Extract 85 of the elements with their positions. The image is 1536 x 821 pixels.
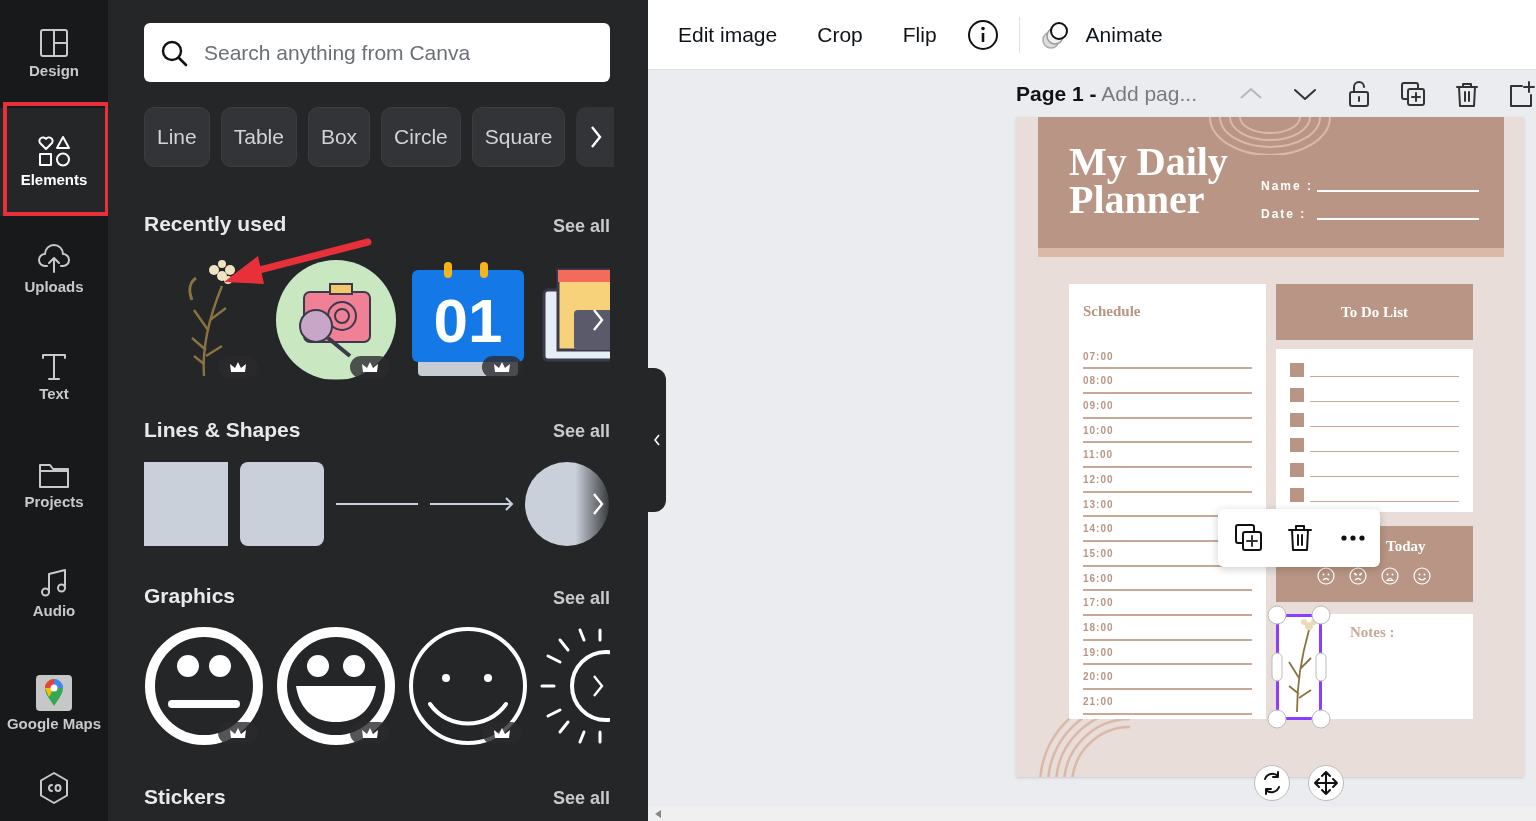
sidebar-item[interactable]: Uploads [0, 216, 108, 324]
time-slot: 18:00 [1083, 616, 1252, 641]
chevron-right-icon [592, 307, 604, 332]
filter-chip[interactable]: Table [220, 107, 297, 167]
layout-icon [39, 28, 69, 58]
move-button[interactable] [1308, 765, 1344, 801]
map-pin-icon [36, 675, 72, 711]
calendar-number: 01 [433, 285, 503, 355]
selected-flower-drawing[interactable] [1266, 604, 1332, 730]
worried-face-icon [1381, 567, 1399, 585]
sidebar-item[interactable]: Elements [0, 108, 108, 216]
chevron-right-icon [592, 673, 604, 698]
duplicate-icon [1234, 523, 1264, 553]
toolbar-button[interactable]: Flip [902, 18, 937, 51]
section-title: Graphics [144, 583, 236, 609]
time-slot: 10:00 [1083, 418, 1252, 444]
info-icon [966, 18, 999, 51]
todo-title: To Do List [1276, 284, 1473, 340]
time-slot: 17:00 [1083, 591, 1252, 617]
search-field[interactable]: Search anything from Canva [144, 23, 610, 82]
smiling-face-icon [1413, 567, 1431, 585]
planner-title: My Daily Planner [1069, 143, 1229, 219]
chevron-left-icon [653, 433, 661, 447]
chevron-right-icon [592, 492, 604, 516]
add-page-button[interactable] [1507, 79, 1535, 108]
section-title: Recently used [144, 211, 287, 237]
sidebar-item[interactable]: Text [0, 324, 108, 432]
see-all-link[interactable]: See all [552, 418, 610, 445]
field-label: Date : [1261, 206, 1308, 223]
section-title: Stickers [144, 783, 226, 810]
square-bullet [1290, 363, 1304, 377]
info-button[interactable] [966, 18, 999, 51]
time-slot: 21:00 [1083, 690, 1252, 715]
next-button[interactable] [576, 107, 614, 167]
square-bullet [1290, 438, 1304, 452]
filter-chip[interactable]: Square [471, 107, 566, 167]
horizontal-scrollbar[interactable] [648, 807, 1536, 821]
see-all-link[interactable]: See all [552, 785, 610, 812]
time-slot: 07:00 [1083, 344, 1252, 370]
search-icon [160, 38, 188, 67]
filter-chip[interactable]: Circle [381, 107, 461, 167]
rotate-button[interactable] [1254, 765, 1290, 801]
hexagon-logo-icon [38, 771, 70, 805]
square-bullet [1290, 388, 1304, 402]
time-slot: 08:00 [1083, 369, 1252, 394]
duplicate-icon [1399, 79, 1427, 108]
notes-title: Notes : [1350, 623, 1395, 642]
toolbar-button[interactable]: Edit image [678, 18, 778, 51]
time-slot: 20:00 [1083, 665, 1252, 691]
more-icon [1341, 535, 1365, 541]
move-icon [1312, 769, 1340, 797]
section-title: Lines & Shapes [144, 416, 301, 443]
see-all-link[interactable]: See all [552, 212, 610, 240]
schedule-title: Schedule [1083, 302, 1142, 321]
time-slot: 09:00 [1083, 393, 1252, 419]
music-note-icon [39, 568, 69, 598]
filter-chip[interactable]: Box [307, 107, 371, 167]
cloud-upload-icon [37, 244, 71, 274]
chevron-right-icon [589, 124, 604, 150]
sidebar-item[interactable]: Google Maps [0, 650, 108, 758]
copy-button[interactable] [1234, 523, 1264, 553]
panel-collapse-handle[interactable] [648, 368, 666, 512]
sidebar-item[interactable]: Audio [0, 540, 108, 648]
sidebar-item[interactable]: Projects [0, 432, 108, 540]
duplicate-page-button[interactable] [1399, 79, 1427, 108]
text-icon [40, 353, 68, 381]
add-page-icon [1507, 79, 1535, 108]
time-slot: 12:00 [1083, 467, 1252, 493]
animate-button[interactable]: Animate [1039, 18, 1163, 51]
time-slot: 19:00 [1083, 640, 1252, 666]
time-slot: 11:00 [1083, 443, 1252, 468]
sidebar-item[interactable]: Design [0, 0, 108, 108]
filter-chip[interactable]: Line [144, 107, 210, 167]
square-bullet [1290, 488, 1304, 502]
search-input[interactable]: Search anything from Canva [204, 36, 594, 69]
scroll-left-icon [654, 809, 662, 819]
square-bullet [1290, 413, 1304, 427]
page-title-field[interactable]: Page 1 - Add pag... [1016, 77, 1216, 110]
shapes-icon [37, 135, 71, 167]
see-all-link[interactable]: See all [552, 584, 610, 612]
folder-icon [38, 461, 70, 489]
field-label: Name : [1261, 178, 1314, 195]
toolbar-button[interactable]: Crop [817, 18, 863, 51]
mood-title: Today [1386, 537, 1426, 556]
square-bullet [1290, 463, 1304, 477]
